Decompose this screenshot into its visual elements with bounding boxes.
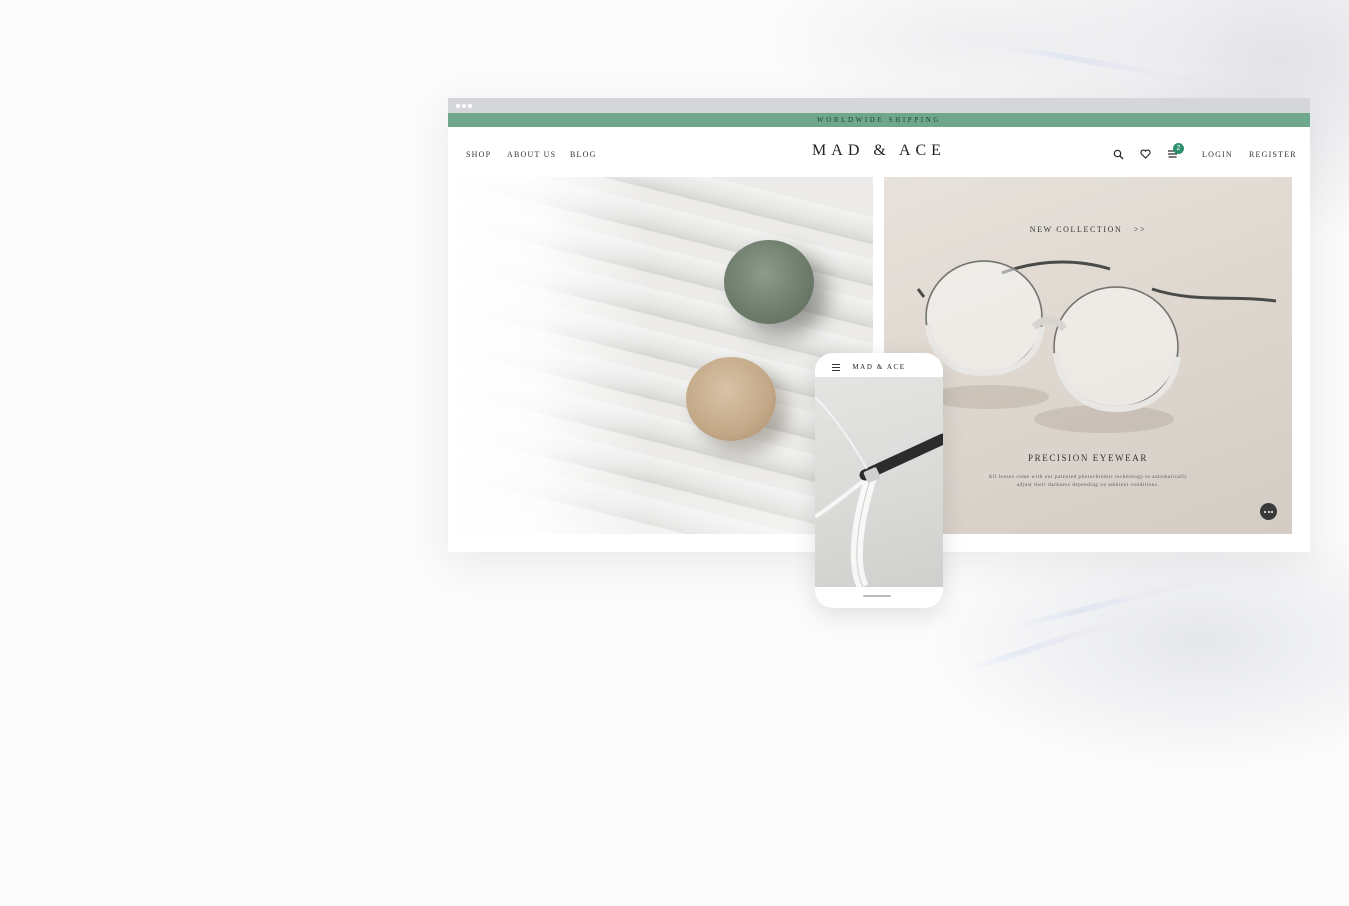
site-logo[interactable]: MAD & ACE (788, 142, 970, 160)
window-dot (456, 104, 460, 108)
login-link[interactable]: LOGIN (1202, 150, 1233, 159)
nav-link-blog[interactable]: BLOG (570, 150, 597, 159)
browser-chrome-bar (448, 98, 1310, 113)
search-icon[interactable] (1113, 149, 1124, 160)
mobile-phone-mockup: MAD & ACE MAD & ACE (815, 353, 943, 608)
chat-bubble-icon[interactable] (1260, 503, 1277, 520)
hero-image-lenses (448, 177, 873, 534)
window-dot (462, 104, 466, 108)
register-link[interactable]: REGISTER (1249, 150, 1297, 159)
heart-icon[interactable] (1140, 149, 1151, 159)
mobile-header: MAD & ACE (815, 353, 943, 377)
precision-eyewear-description: All lenses come with our patented photoc… (988, 475, 1188, 488)
mobile-site-logo[interactable]: MAD & ACE (815, 363, 943, 371)
glasses-temple-closeup (815, 396, 943, 587)
mobile-hero-image: MAD & ACE (815, 377, 943, 587)
home-indicator (863, 595, 891, 597)
hero-image-glasses: NEW COLLECTION >> PRECISION EYEWEAR All … (884, 177, 1292, 534)
shipping-banner: WORLDWIDE SHIPPING (448, 113, 1310, 127)
amber-tinted-lens (686, 357, 776, 441)
nav-link-about-us[interactable]: ABOUT US (507, 150, 556, 159)
cart-count-badge: 2 (1173, 143, 1184, 154)
green-tinted-lens (724, 240, 814, 324)
precision-eyewear-title: PRECISION EYEWEAR (1028, 453, 1148, 463)
window-dot (468, 104, 472, 108)
nav-link-shop[interactable]: SHOP (466, 150, 491, 159)
